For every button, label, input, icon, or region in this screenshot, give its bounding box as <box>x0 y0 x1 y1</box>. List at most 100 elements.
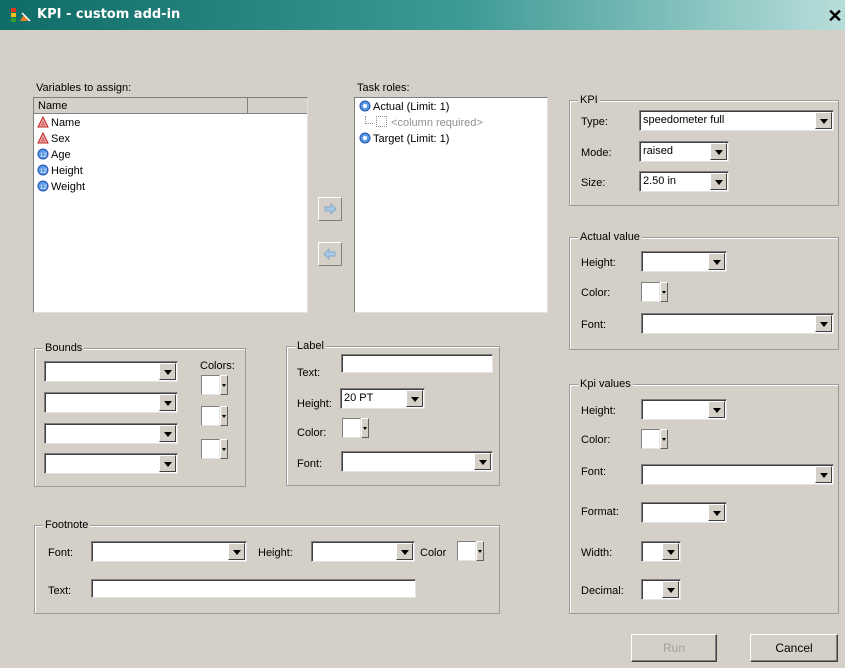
bound-select-2[interactable] <box>44 392 178 413</box>
window-title: KPI - custom add-in <box>37 7 181 22</box>
chevron-down-icon[interactable] <box>159 425 176 442</box>
kpi-decimal-select[interactable] <box>641 579 681 600</box>
label-color-label: Color: <box>297 427 327 439</box>
kpi-app-icon <box>11 8 31 22</box>
role-target[interactable]: Target (Limit: 1) <box>359 132 449 148</box>
cancel-button-label: Cancel <box>775 641 813 655</box>
kpi-height-label: Height: <box>581 405 616 417</box>
color-swatch[interactable] <box>201 406 220 426</box>
chevron-down-icon[interactable] <box>474 453 491 470</box>
footnote-height-select[interactable] <box>311 541 415 562</box>
run-button-label: Run <box>662 641 685 655</box>
chevron-down-icon[interactable] <box>406 390 423 407</box>
chevron-down-icon[interactable] <box>708 253 725 270</box>
color-swatch[interactable] <box>457 541 476 561</box>
chevron-down-icon[interactable] <box>476 541 484 561</box>
assign-right-button[interactable] <box>318 197 342 221</box>
chevron-down-icon[interactable] <box>815 112 832 129</box>
cancel-button[interactable]: Cancel <box>750 634 838 662</box>
chevron-down-icon[interactable] <box>159 394 176 411</box>
kpi-color-label: Color: <box>581 434 611 446</box>
label-text-label: Text: <box>297 367 321 379</box>
bound-color-picker-3[interactable] <box>201 439 228 459</box>
run-button[interactable]: Run <box>631 634 717 662</box>
color-swatch[interactable] <box>641 282 660 302</box>
color-swatch[interactable] <box>641 429 660 449</box>
label-height-select[interactable]: 20 PT <box>340 388 425 409</box>
chevron-down-icon[interactable] <box>660 282 668 302</box>
column-required-placeholder: <column required> <box>365 116 483 132</box>
list-item[interactable]: 12 Weight <box>37 180 85 196</box>
chevron-down-icon[interactable] <box>660 429 668 449</box>
footnote-text-input[interactable] <box>91 579 416 598</box>
list-item[interactable]: A Sex <box>37 132 70 148</box>
mode-select[interactable]: raised <box>639 141 729 162</box>
variable-name: Height <box>51 165 83 177</box>
chevron-down-icon[interactable] <box>220 375 228 395</box>
assign-left-button[interactable] <box>318 242 342 266</box>
footnote-font-label: Font: <box>48 547 74 559</box>
color-swatch[interactable] <box>201 375 220 395</box>
kpi-width-select[interactable] <box>641 541 681 562</box>
footnote-font-select[interactable] <box>91 541 247 562</box>
name-column-header[interactable]: Name <box>38 100 67 112</box>
bound-select-3[interactable] <box>44 423 178 444</box>
kpi-font-select[interactable] <box>641 464 834 485</box>
actual-color-picker[interactable] <box>641 282 668 302</box>
kpi-color-picker[interactable] <box>641 429 668 449</box>
color-swatch[interactable] <box>201 439 220 459</box>
kpi-values-group-label: Kpi values <box>578 378 633 390</box>
bound-select-1[interactable] <box>44 361 178 382</box>
chevron-down-icon[interactable] <box>815 466 832 483</box>
chevron-down-icon[interactable] <box>815 315 832 332</box>
variable-name: Sex <box>51 133 70 145</box>
chevron-down-icon[interactable] <box>708 401 725 418</box>
chevron-down-icon[interactable] <box>662 581 679 598</box>
role-actual[interactable]: Actual (Limit: 1) <box>359 100 449 116</box>
chevron-down-icon[interactable] <box>710 143 727 160</box>
color-swatch[interactable] <box>342 418 361 438</box>
label-font-select[interactable] <box>341 451 493 472</box>
arrow-left-icon <box>323 247 336 261</box>
title-bar: KPI - custom add-in ✕ <box>0 0 845 30</box>
list-item[interactable]: A Name <box>37 116 80 132</box>
variables-column-header[interactable]: Name <box>34 98 307 114</box>
label-color-picker[interactable] <box>342 418 369 438</box>
actual-height-select[interactable] <box>641 251 727 272</box>
chevron-down-icon[interactable] <box>361 418 369 438</box>
list-item[interactable]: 12 Age <box>37 148 71 164</box>
task-roles-list[interactable]: Actual (Limit: 1) <column required> Targ… <box>354 97 548 313</box>
kpi-format-select[interactable] <box>641 502 727 523</box>
variables-list[interactable]: Name A Name A Sex 12 Age 12 Height 12 Weight <box>33 97 308 313</box>
chevron-down-icon[interactable] <box>220 406 228 426</box>
variables-label: Variables to assign: <box>36 82 132 94</box>
actual-font-select[interactable] <box>641 313 834 334</box>
size-value: 2.50 in <box>643 175 677 187</box>
close-button[interactable]: ✕ <box>825 6 845 26</box>
chevron-down-icon[interactable] <box>159 455 176 472</box>
variable-name: Weight <box>51 181 86 193</box>
empty-slot-icon <box>376 116 388 127</box>
chevron-down-icon[interactable] <box>710 173 727 190</box>
kpi-height-select[interactable] <box>641 399 727 420</box>
chevron-down-icon[interactable] <box>708 504 725 521</box>
bound-select-4[interactable] <box>44 453 178 474</box>
label-text-input[interactable] <box>341 354 493 373</box>
variable-name: Age <box>51 149 71 161</box>
bound-color-picker-1[interactable] <box>201 375 228 395</box>
close-icon[interactable]: ✕ <box>827 6 842 26</box>
svg-text:12: 12 <box>40 169 47 175</box>
footnote-color-picker[interactable] <box>457 541 484 561</box>
chevron-down-icon[interactable] <box>228 543 245 560</box>
chevron-down-icon[interactable] <box>159 363 176 380</box>
bound-color-picker-2[interactable] <box>201 406 228 426</box>
chevron-down-icon[interactable] <box>662 543 679 560</box>
kpi-width-label: Width: <box>581 547 613 559</box>
list-item[interactable]: 12 Height <box>37 164 83 180</box>
character-variable-icon: A <box>37 116 49 128</box>
chevron-down-icon[interactable] <box>220 439 228 459</box>
size-select[interactable]: 2.50 in <box>639 171 729 192</box>
chevron-down-icon[interactable] <box>396 543 413 560</box>
type-select[interactable]: speedometer full <box>639 110 834 131</box>
role-target-label: Target (Limit: 1) <box>373 133 450 145</box>
